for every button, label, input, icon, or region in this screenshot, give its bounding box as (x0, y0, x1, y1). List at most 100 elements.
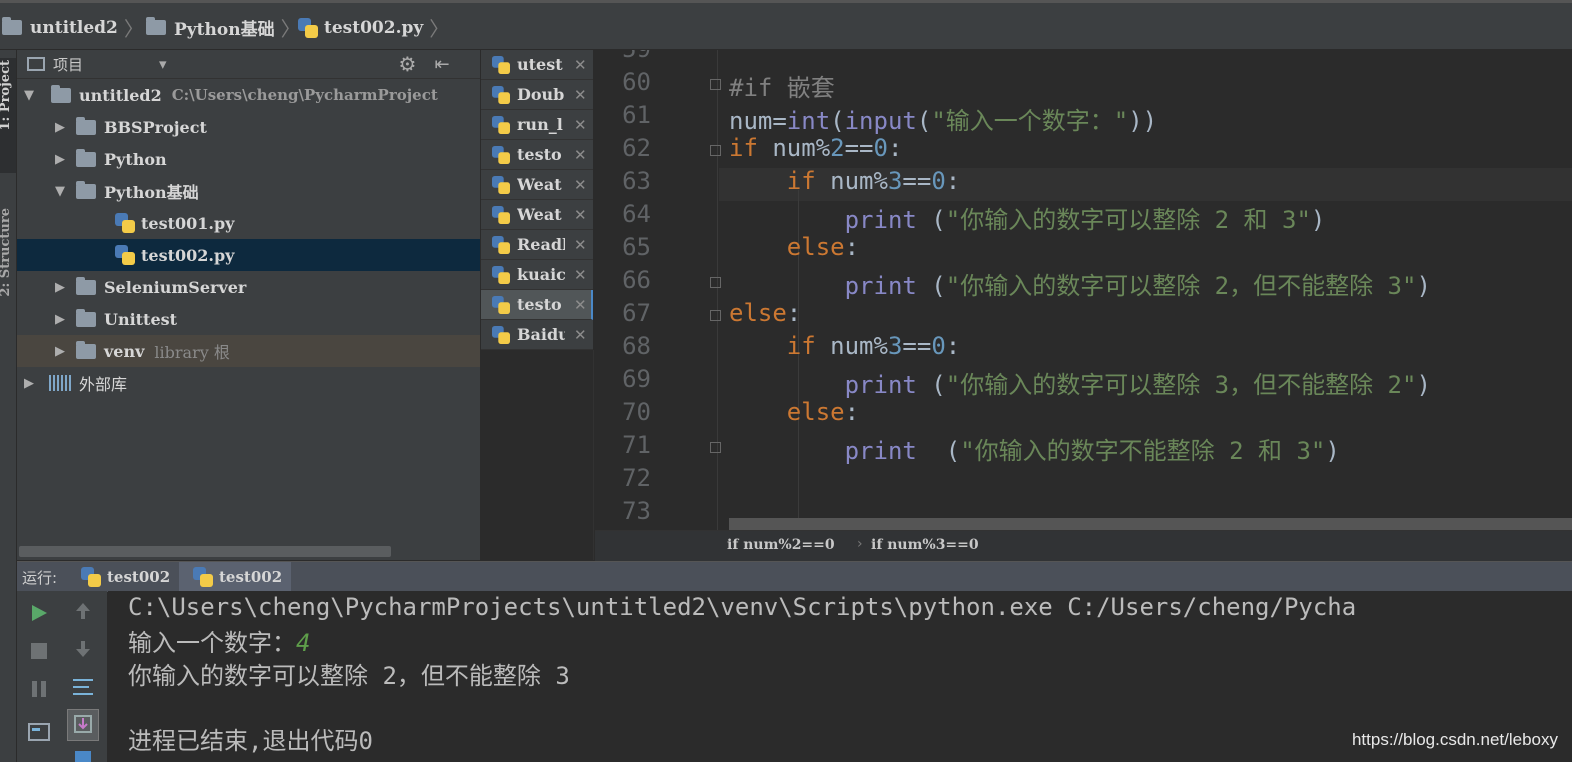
close-icon[interactable]: ✕ (574, 326, 587, 344)
close-icon[interactable]: ✕ (574, 296, 587, 314)
console-input-line: 输入一个数字：4 (128, 623, 310, 658)
breadcrumb-project[interactable]: untitled2 〉 (0, 13, 144, 42)
tree-item[interactable]: ▶ SeleniumServer (17, 271, 480, 303)
project-tool-tab[interactable]: 1: Project (0, 58, 16, 173)
python-file-icon (298, 17, 318, 38)
project-panel: 项目 ▾ ⚙ ⇤ ▼ untitled2 C:\Users\cheng\Pych… (17, 50, 481, 560)
code-line-66: print ("你输入的数字可以整除 2，但不能整除 3") (844, 272, 1431, 300)
python-file-icon (81, 567, 101, 587)
run-tab[interactable]: test002 (73, 562, 179, 592)
up-arrow-icon[interactable] (73, 601, 93, 621)
line-number: 72 (622, 464, 651, 492)
gear-icon[interactable]: ⚙ (399, 52, 417, 76)
editor-tab[interactable]: Weat ✕ (481, 170, 593, 200)
tree-item-file-selected[interactable]: test002.py (17, 239, 480, 271)
editor-tab-label: Doub (517, 85, 565, 104)
code-breadcrumb-item[interactable]: if num%3==0 (871, 537, 979, 553)
close-icon[interactable]: ✕ (574, 116, 587, 134)
tree-item[interactable]: ▶ BBSProject (17, 111, 480, 143)
editor-tab[interactable]: utest ✕ (481, 50, 593, 80)
pause-icon[interactable] (29, 679, 49, 699)
line-number: 67 (622, 299, 651, 327)
code-line-71: print ("你输入的数字不能整除 2 和 3") (844, 437, 1340, 465)
tree-item-label: 外部库 (79, 375, 128, 394)
scroll-to-end-icon[interactable] (67, 709, 99, 741)
run-tab-active[interactable]: test002 (179, 562, 291, 592)
fold-marker-icon[interactable] (710, 79, 721, 90)
project-hscrollbar[interactable] (19, 546, 391, 557)
line-number: 66 (622, 266, 651, 294)
tree-root[interactable]: ▼ untitled2 C:\Users\cheng\PycharmProjec… (17, 79, 480, 111)
fold-marker-icon[interactable] (710, 310, 721, 321)
code-breadcrumb-bar: if num%2==0 › if num%3==0 (595, 530, 1572, 561)
line-number: 59 (595, 50, 651, 63)
collapsed-arrow-icon[interactable]: ▶ (52, 344, 68, 359)
breadcrumb-folder[interactable]: Python基础 〉 (146, 13, 301, 42)
editor-hscrollbar[interactable] (729, 518, 1572, 530)
tree-item-label: BBSProject (104, 117, 207, 137)
chevron-down-icon[interactable]: ▾ (159, 55, 167, 73)
expanded-arrow-icon[interactable]: ▼ (21, 88, 37, 103)
layout-icon[interactable] (27, 721, 51, 745)
close-icon[interactable]: ✕ (574, 266, 587, 284)
close-icon[interactable]: ✕ (574, 176, 587, 194)
gutter-divider (717, 50, 718, 530)
structure-tool-tab[interactable]: 2: Structure (0, 208, 16, 338)
collapsed-arrow-icon[interactable]: ▶ (21, 376, 37, 391)
tree-item-label: Python (104, 149, 167, 169)
project-panel-header: 项目 ▾ ⚙ ⇤ (17, 50, 480, 79)
collapsed-arrow-icon[interactable]: ▶ (52, 312, 68, 327)
expanded-arrow-icon[interactable]: ▼ (52, 184, 68, 199)
close-icon[interactable]: ✕ (574, 206, 587, 224)
python-file-icon (492, 145, 510, 164)
breadcrumb-file-label: test002.py (324, 17, 424, 38)
rerun-icon[interactable] (29, 603, 49, 623)
editor-tab[interactable]: Doub ✕ (481, 80, 593, 110)
fold-marker-icon[interactable] (710, 442, 721, 453)
soft-wrap-icon[interactable] (71, 675, 95, 699)
collapse-icon[interactable]: ⇤ (434, 54, 449, 75)
breadcrumb-file[interactable]: test002.py 〉 (298, 13, 449, 42)
fold-marker-icon[interactable] (710, 277, 721, 288)
editor-tab-active[interactable]: testo ✕ (481, 290, 593, 320)
close-icon[interactable]: ✕ (574, 86, 587, 104)
code-breadcrumb-separator: › (857, 536, 863, 552)
project-view-icon[interactable] (27, 57, 45, 71)
fold-marker-icon[interactable] (710, 145, 721, 156)
collapsed-arrow-icon[interactable]: ▶ (52, 152, 68, 167)
editor-tab[interactable]: Weat ✕ (481, 200, 593, 230)
tree-item[interactable]: ▶ Unittest (17, 303, 480, 335)
close-icon[interactable]: ✕ (574, 236, 587, 254)
project-view-label[interactable]: 项目 (53, 54, 83, 75)
line-number: 60 (622, 68, 651, 96)
editor-tab-label: Weat (517, 205, 562, 224)
tree-item-file[interactable]: test001.py (17, 207, 480, 239)
tree-item[interactable]: ▶ Python (17, 143, 480, 175)
folder-icon (76, 116, 96, 135)
line-number: 63 (622, 167, 651, 195)
collapsed-arrow-icon[interactable]: ▶ (52, 280, 68, 295)
collapsed-arrow-icon[interactable]: ▶ (52, 120, 68, 135)
stop-icon[interactable] (29, 641, 49, 661)
editor-tab[interactable]: kuaic ✕ (481, 260, 593, 290)
python-file-icon (492, 325, 510, 344)
close-icon[interactable]: ✕ (574, 146, 587, 164)
line-number: 68 (622, 332, 651, 360)
editor-tab[interactable]: Baidu ✕ (481, 320, 593, 350)
print-icon[interactable] (73, 749, 93, 762)
tree-item[interactable]: ▼ Python基础 (17, 175, 480, 207)
code-breadcrumb-item[interactable]: if num%2==0 (727, 537, 835, 553)
run-tab-label: test002 (107, 568, 171, 586)
code-editor[interactable]: 59 60 61 62 63 64 65 66 67 68 69 70 71 72 73 #if 嵌套 nu… (595, 50, 1572, 530)
tree-root-path: C:\Users\cheng\PycharmProject (171, 86, 438, 104)
line-number: 65 (622, 233, 651, 261)
close-icon[interactable]: ✕ (574, 56, 587, 74)
console-command-line: C:\Users\cheng\PycharmProjects\untitled2… (128, 593, 1357, 621)
down-arrow-icon[interactable] (73, 639, 93, 659)
editor-tab[interactable]: testo ✕ (481, 140, 593, 170)
editor-tab[interactable]: run_l ✕ (481, 110, 593, 140)
folder-icon (76, 180, 96, 199)
tree-item-external-libraries[interactable]: ▶ 外部库 (17, 367, 480, 399)
editor-tab[interactable]: Readl ✕ (481, 230, 593, 260)
tree-item-venv[interactable]: ▶ venv library 根 (17, 335, 480, 367)
